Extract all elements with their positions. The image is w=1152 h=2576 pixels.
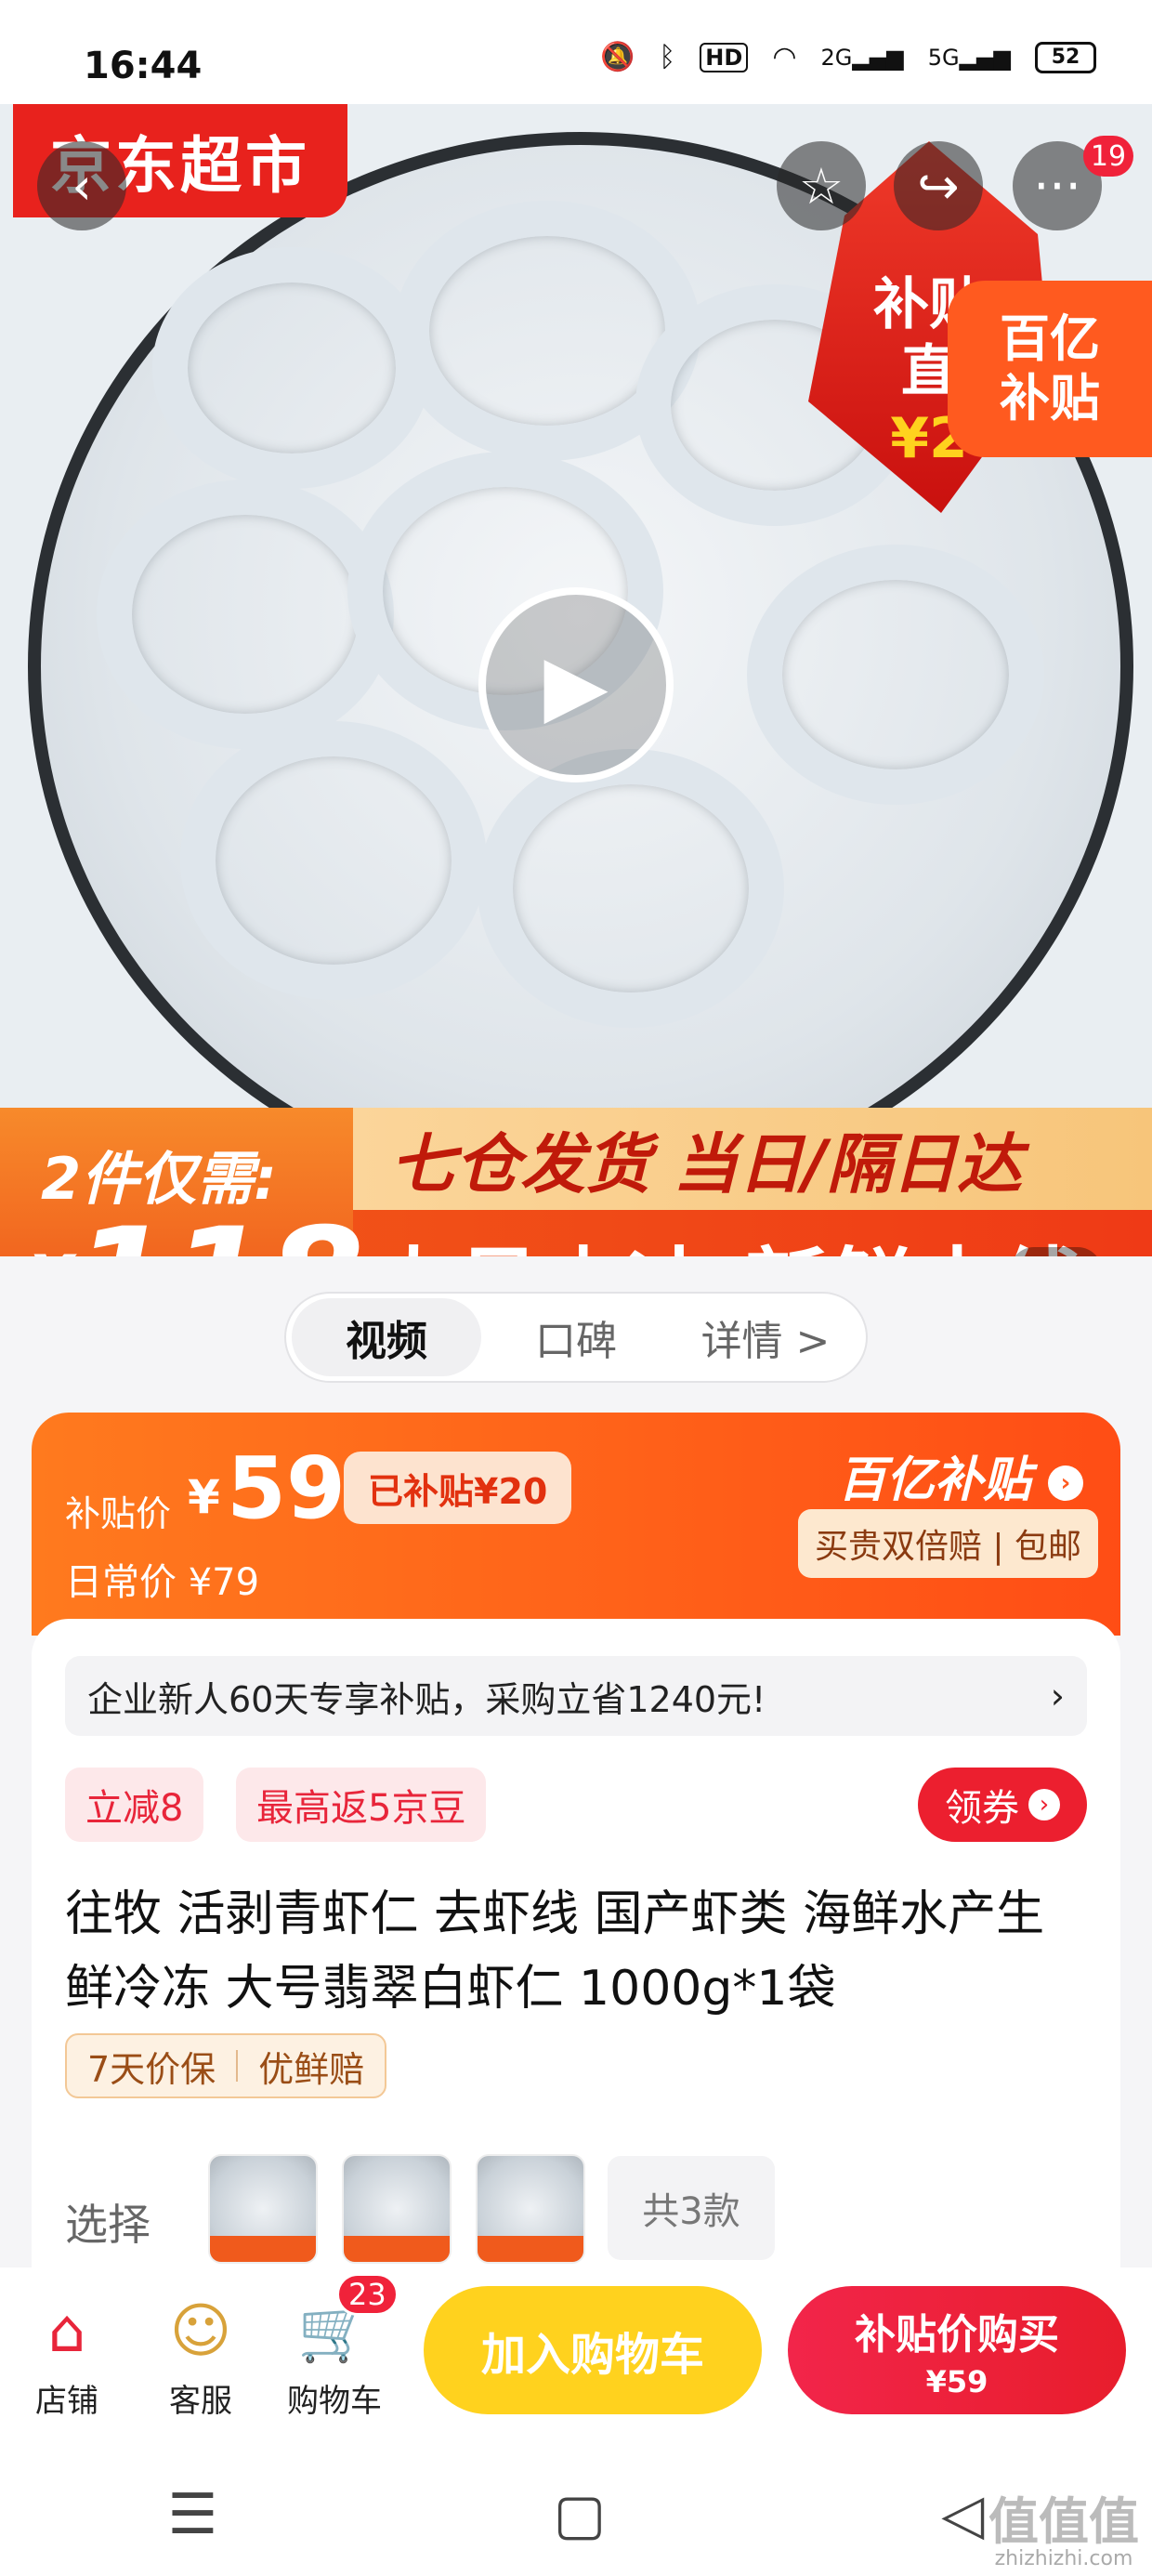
back-button[interactable]: ‹ — [37, 141, 126, 230]
variant-thumbnail[interactable] — [208, 2154, 318, 2264]
shrimp-shape — [747, 545, 1044, 805]
store-button[interactable]: ⌂ 店铺 — [11, 2293, 123, 2421]
favorite-button[interactable]: ☆ — [777, 141, 866, 230]
shrimp-shape — [152, 247, 431, 489]
bluetooth-icon: ᛒ — [659, 41, 676, 73]
variant-thumbnail[interactable] — [342, 2154, 452, 2264]
cart-label: 购物车 — [287, 2383, 382, 2420]
divider — [236, 2050, 239, 2082]
battery-level: 52 — [1051, 46, 1080, 69]
add-to-cart-button[interactable]: 加入购物车 — [424, 2286, 762, 2414]
select-label: 选择 — [65, 2200, 151, 2250]
share-icon: ↪ — [917, 156, 960, 216]
discount-chip[interactable]: 立减8 — [65, 1768, 204, 1842]
coupon-label: 领券 — [945, 1787, 1019, 1830]
enterprise-notice[interactable]: 企业新人60天专享补贴，采购立省1240元! › — [65, 1656, 1087, 1736]
price-protection-label: 7天价保 — [87, 2048, 216, 2090]
mute-icon: 🔕 — [599, 41, 635, 73]
buy-label: 补贴价购买 — [855, 2311, 1059, 2359]
tab-details[interactable]: 详情 > — [671, 1298, 860, 1376]
service-label: 客服 — [169, 2383, 232, 2420]
variant-thumbnail[interactable] — [476, 2154, 585, 2264]
watermark-url: zhizhizhi.com — [994, 2547, 1133, 2570]
cart-count-badge: 23 — [336, 2273, 399, 2316]
play-video-button[interactable]: ▶ — [478, 587, 674, 782]
more-icon: ··· — [1033, 156, 1081, 216]
subsidy-tag-line2: 补贴 — [1000, 369, 1100, 427]
store-icon: ⌂ — [47, 2297, 86, 2366]
home-icon[interactable]: ▢ — [553, 2482, 606, 2547]
status-icons: 🔕 ᛒ HD ◠ 2G▂▄▆ 5G▂▄▆ 52 — [600, 41, 1096, 73]
promo-shipping-text: 七仓发货 当日/隔日达 — [353, 1108, 1152, 1210]
billion-subsidy-tag: 百亿 补贴 — [948, 281, 1152, 457]
play-icon: ▶ — [543, 636, 609, 734]
chevron-right-icon: › — [1050, 1676, 1065, 1716]
system-navigation-bar: ☰ ▢ ◁ — [0, 2453, 1152, 2576]
subsidized-amount-badge: 已补贴¥20 — [344, 1452, 572, 1524]
battery-icon: 52 — [1035, 41, 1096, 73]
fresh-compensation-label: 优鲜赔 — [258, 2048, 365, 2090]
share-button[interactable]: ↪ — [894, 141, 983, 230]
get-coupon-button[interactable]: 领券 › — [918, 1768, 1087, 1842]
status-bar: 16:44 🔕 ᛒ HD ◠ 2G▂▄▆ 5G▂▄▆ 52 — [0, 0, 1152, 104]
notice-text: 企业新人60天专享补贴，采购立省1240元! — [87, 1678, 766, 1720]
status-time: 16:44 — [84, 45, 203, 87]
product-info-card: 企业新人60天专享补贴，采购立省1240元! › 立减8 最高返5京豆 领券 › … — [32, 1619, 1120, 2269]
signal-5g-icon: 5G▂▄▆ — [927, 44, 1011, 71]
store-label: 店铺 — [35, 2383, 98, 2420]
signal-2g-icon: 2G▂▄▆ — [820, 44, 904, 71]
wifi-icon: ◠ — [772, 41, 797, 73]
tab-video[interactable]: 视频 — [292, 1298, 481, 1376]
promo-price: ¥118 — [28, 1210, 364, 1256]
menu-icon[interactable]: ☰ — [168, 2482, 218, 2547]
daily-price: 日常价 ¥79 — [65, 1561, 260, 1604]
chevron-left-icon: ‹ — [72, 156, 92, 216]
site-watermark: 值值值 zhizhizhi.com — [988, 2496, 1139, 2570]
hd-icon: HD — [700, 42, 749, 72]
chevron-right-icon: › — [1048, 1465, 1083, 1501]
signal-2g-label: 2G — [820, 44, 853, 71]
promo-left-block: 2件仅需: ¥118 — [0, 1108, 364, 1256]
media-tabs: 视频 口碑 详情 > — [284, 1292, 868, 1383]
shrimp-shape — [180, 721, 487, 1000]
billion-subsidy-logo[interactable]: 百亿补贴 › — [838, 1440, 1083, 1510]
price-symbol: ¥ — [188, 1470, 220, 1524]
promo-feature-text: 大号少冰 新鲜去线 — [372, 1219, 1086, 1256]
shrimp-shape — [478, 749, 784, 1028]
signal-5g-label: 5G — [927, 44, 960, 71]
buy-now-button[interactable]: 补贴价购买 ¥59 — [788, 2286, 1126, 2414]
back-icon[interactable]: ◁ — [941, 2482, 984, 2547]
variant-count-button[interactable]: 共3款 — [608, 2156, 775, 2260]
promo-price-value: 118 — [73, 1199, 364, 1256]
image-counter: 1/8 — [1010, 1247, 1102, 1256]
message-badge: 19 — [1083, 136, 1133, 177]
price-card: 补贴价 ¥ 59 已补贴¥20 日常价 ¥79 百亿补贴 › 买贵双倍赔 | 包… — [32, 1413, 1120, 1636]
jingdou-chip[interactable]: 最高返5京豆 — [236, 1768, 487, 1842]
chevron-right-icon: › — [1028, 1789, 1060, 1820]
promo-price-symbol: ¥ — [28, 1242, 73, 1256]
protection-badge[interactable]: 7天价保 优鲜赔 — [65, 2033, 387, 2098]
tab-reviews[interactable]: 口碑 — [481, 1298, 671, 1376]
service-icon: ☺ — [169, 2297, 232, 2366]
watermark-mark: 值值值 — [988, 2492, 1139, 2551]
buy-price: ¥59 — [925, 2364, 988, 2399]
subsidy-tag-line1: 百亿 — [1000, 309, 1100, 368]
promo-banner: 2件仅需: ¥118 七仓发货 当日/隔日达 大号少冰 新鲜去线 1/8 — [0, 1108, 1152, 1256]
billion-subsidy-logo-text: 百亿补贴 — [837, 1452, 1031, 1508]
product-title: 往牧 活剥青虾仁 去虾线 国产虾类 海鲜水产生鲜冷冻 大号翡翠白虾仁 1000g… — [65, 1886, 1045, 2017]
product-image-carousel[interactable]: 京东超市 ‹ 补贴 直 ¥2 百亿 补贴 ☆ ↪ ··· 19 ▶ 2件仅需: … — [0, 104, 1152, 1256]
guarantee-badge: 买贵双倍赔 | 包邮 — [797, 1509, 1098, 1578]
star-icon: ☆ — [798, 156, 844, 216]
customer-service-button[interactable]: ☺ 客服 — [145, 2293, 256, 2421]
subsidy-price-label: 补贴价 — [65, 1493, 172, 1534]
subsidy-price-value: 59 — [227, 1439, 347, 1538]
